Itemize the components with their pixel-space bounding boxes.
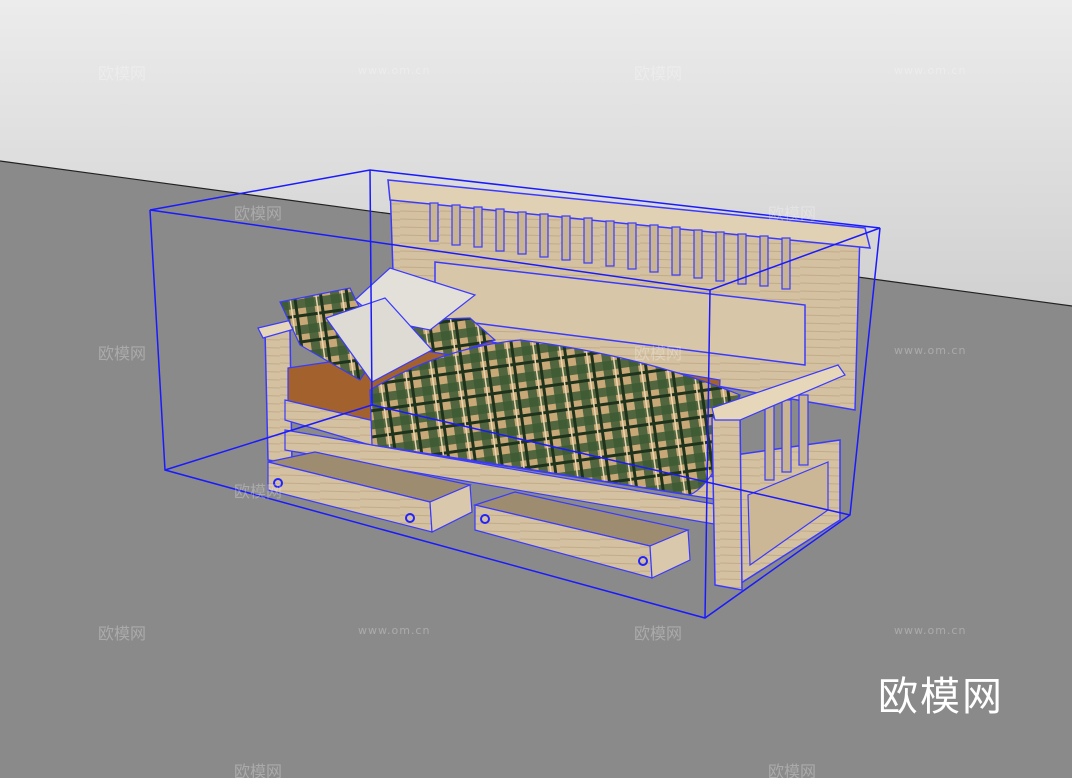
watermark-url: www.om.cn	[894, 344, 967, 357]
brand-logo: 欧模网	[878, 674, 1004, 720]
watermark-url: www.om.cn	[894, 624, 967, 637]
watermark-brand: 欧模网	[634, 64, 683, 83]
watermark-brand: 欧模网	[634, 344, 683, 363]
watermark-brand: 欧模网	[768, 204, 817, 223]
watermark-brand: 欧模网	[98, 64, 147, 83]
watermark-brand: 欧模网	[234, 204, 283, 223]
right-armrest-post	[711, 411, 743, 591]
watermark-url: www.om.cn	[358, 64, 431, 77]
watermark-brand: 欧模网	[768, 762, 817, 781]
watermark-brand: 欧模网	[98, 624, 147, 643]
watermark-brand: 欧模网	[234, 482, 283, 501]
watermark-url: www.om.cn	[894, 64, 967, 77]
watermark-brand: 欧模网	[634, 624, 683, 643]
watermark-brand: 欧模网	[98, 344, 147, 363]
watermark-brand: 欧模网	[234, 762, 283, 781]
viewport-3d-scene[interactable]	[0, 0, 1072, 778]
watermark-url: www.om.cn	[358, 624, 431, 637]
